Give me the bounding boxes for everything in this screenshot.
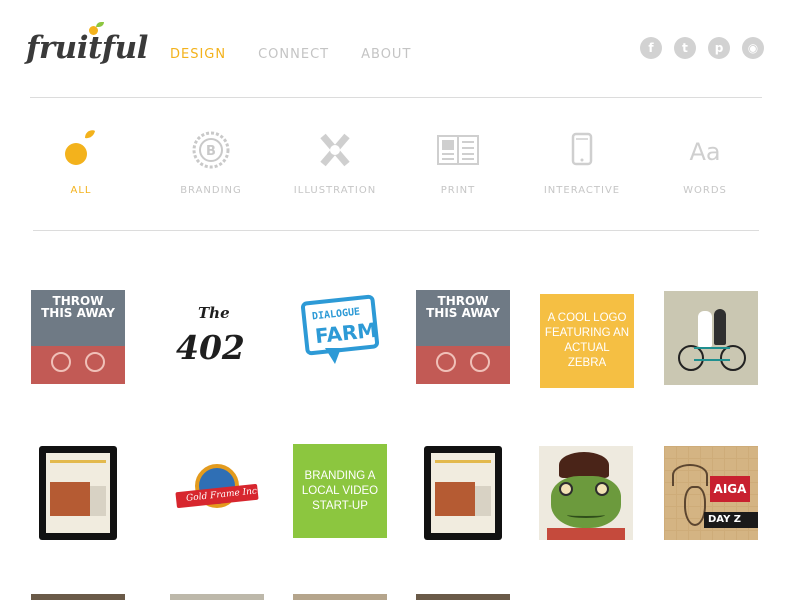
fruit-icon: [19, 128, 143, 172]
nav-about[interactable]: ABOUT: [361, 47, 411, 62]
zebra-caption: A cool logo featuring an actual zebra: [544, 312, 630, 369]
portfolio-item-peek[interactable]: [31, 594, 125, 600]
logo-text: fruitful: [26, 30, 148, 66]
the402-small: The: [198, 304, 230, 322]
typography-icon: Aa: [643, 128, 767, 172]
pinterest-icon[interactable]: p: [708, 37, 730, 59]
category-label: PRINT: [440, 185, 476, 196]
main-nav: DESIGN CONNECT ABOUT: [170, 47, 443, 62]
instagram-icon[interactable]: ◉: [742, 37, 764, 59]
category-all[interactable]: ALL: [19, 128, 143, 196]
portfolio-item-tandem-bike[interactable]: [664, 291, 758, 385]
portfolio-item-tablet-site[interactable]: [31, 446, 125, 540]
poster-text: THROW THIS AWAY: [426, 294, 500, 320]
nav-design[interactable]: DESIGN: [170, 47, 226, 62]
header-divider: [30, 97, 762, 98]
portfolio-item-throw-this-away[interactable]: THROW THIS AWAY: [31, 290, 125, 384]
tablet-icon: [520, 128, 644, 172]
category-illustration[interactable]: ILLUSTRATION: [273, 128, 397, 196]
fruitful-logo[interactable]: fruitful: [26, 22, 148, 68]
portfolio-item-video-startup[interactable]: Branding a local video start-up: [293, 444, 387, 538]
the402-big: 402: [176, 328, 245, 367]
newspaper-icon: [396, 128, 520, 172]
portfolio-item-aiga-moose[interactable]: AIGA DAY Z: [664, 446, 758, 540]
category-label: BRANDING: [180, 185, 242, 196]
portfolio-item-dialogue-farm[interactable]: DIALOGUE FARM: [293, 290, 387, 384]
nav-connect[interactable]: CONNECT: [258, 47, 329, 62]
portfolio-item-peek[interactable]: [416, 594, 510, 600]
social-links: f t p ◉: [640, 37, 764, 59]
crossed-pencils-icon: [273, 128, 397, 172]
badge-b-glyph: B: [206, 144, 216, 159]
portfolio-item-peek[interactable]: [293, 594, 387, 600]
category-label: ALL: [70, 185, 92, 196]
category-print[interactable]: PRINT: [396, 128, 520, 196]
badge-b-icon: B: [149, 128, 273, 172]
aiga-label: AIGA: [710, 476, 750, 502]
facebook-icon[interactable]: f: [640, 37, 662, 59]
category-label: WORDS: [683, 185, 727, 196]
typography-glyph: Aa: [689, 138, 720, 166]
portfolio-item-the-402[interactable]: The 402: [170, 290, 264, 384]
twitter-icon[interactable]: t: [674, 37, 696, 59]
portfolio-item-frog-illustration[interactable]: [539, 446, 633, 540]
portfolio-item-zebra-logo[interactable]: A cool logo featuring an actual zebra: [540, 294, 634, 388]
category-branding[interactable]: B BRANDING: [149, 128, 273, 196]
portfolio-item-throw-this-away-2[interactable]: THROW THIS AWAY: [416, 290, 510, 384]
category-divider: [33, 230, 759, 231]
day-label: DAY Z: [704, 512, 758, 528]
poster-text: THROW THIS AWAY: [41, 294, 115, 320]
video-caption: Branding a local video start-up: [301, 469, 379, 512]
portfolio-item-tablet-site-2[interactable]: [416, 446, 510, 540]
portfolio-item-gold-frame[interactable]: Gold Frame Inc.: [170, 446, 264, 540]
category-label: ILLUSTRATION: [293, 185, 377, 196]
category-interactive[interactable]: INTERACTIVE: [520, 128, 644, 196]
category-words[interactable]: Aa WORDS: [643, 128, 767, 196]
category-label: INTERACTIVE: [543, 185, 621, 196]
portfolio-item-peek[interactable]: [170, 594, 264, 600]
leaf-icon: [96, 22, 104, 27]
